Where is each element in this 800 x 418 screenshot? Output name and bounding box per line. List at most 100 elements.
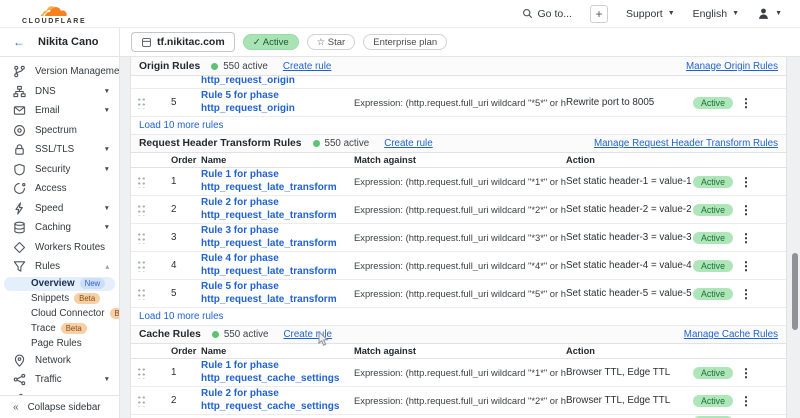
rule-name-line1: Rule 5 for phase: [201, 281, 354, 294]
rule-expression: Expression: (http.request.full_uri wildc…: [354, 288, 566, 299]
sidebar-item-network[interactable]: Network: [0, 350, 119, 370]
sidebar-item-label: Traffic: [35, 374, 95, 385]
drag-handle[interactable]: [137, 287, 146, 300]
rule-name-line1: Rule 1 for phase: [201, 360, 354, 373]
rule-action: Browser TTL, Edge TTL: [566, 367, 694, 378]
traffic-icon: [13, 373, 26, 386]
rule-status-badge: Active: [694, 204, 732, 216]
sidebar-item-dns[interactable]: DNS▼: [0, 82, 119, 102]
rule-name-line2: http_request_origin: [201, 103, 354, 116]
account-menu[interactable]: ▼: [757, 7, 782, 20]
sidebar-item-traffic[interactable]: Traffic▼: [0, 370, 119, 390]
load-more-rules-link[interactable]: Load 10 more rules: [139, 120, 223, 131]
zone-header-bar: ← Nikita Cano tf.nikitac.com ✓ Active ☆ …: [0, 28, 800, 57]
sidebar-item-email[interactable]: Email▼: [0, 101, 119, 121]
rule-name-link[interactable]: Rule 5 for phasehttp_request_origin: [201, 90, 354, 115]
drag-handle[interactable]: [137, 175, 146, 188]
cloudflare-logo[interactable]: CLOUDFLARE: [22, 5, 86, 25]
row-menu-kebab-icon[interactable]: ⋮: [739, 203, 753, 217]
column-header-name: Name: [201, 155, 354, 165]
sidebar-item-snippets[interactable]: SnippetsBeta: [4, 291, 115, 306]
collapse-sidebar-button[interactable]: « Collapse sidebar: [0, 395, 119, 418]
drag-handle[interactable]: [137, 203, 146, 216]
sidebar-item-label: Workers Routes: [35, 242, 110, 253]
chevron-down-icon: ▼: [104, 224, 110, 231]
manage-rules-link[interactable]: Manage Origin Rules: [686, 61, 778, 72]
rule-name-line2: http_request_late_transform: [201, 294, 354, 307]
table-row: 2Rule 2 for phasehttp_request_late_trans…: [131, 196, 786, 224]
access-icon: [13, 182, 26, 195]
vertical-scrollbar-thumb[interactable]: [792, 253, 798, 330]
sidebar-item-caching[interactable]: Caching▼: [0, 218, 119, 238]
sidebar-item-speed[interactable]: Speed▼: [0, 199, 119, 219]
support-menu[interactable]: Support ▼: [626, 8, 675, 20]
row-menu-kebab-icon[interactable]: ⋮: [739, 394, 753, 408]
column-header-action: Action: [566, 155, 694, 165]
collapse-icon: «: [13, 402, 19, 413]
language-menu[interactable]: English ▼: [693, 8, 739, 20]
sidebar-nav: Version ManagementDNS▼Email▼ Spectrum SSL/…: [0, 57, 119, 395]
rule-name-link[interactable]: Rule 2 for phasehttp_request_cache_setti…: [201, 388, 354, 413]
rule-name-line1: Rule 4 for phase: [201, 253, 354, 266]
sidebar-item-workers-routes[interactable]: Workers Routes: [0, 238, 119, 258]
beta-badge: Beta: [110, 308, 119, 319]
section-header-origin-rules: Origin Rules550 activeCreate ruleManage …: [131, 57, 786, 76]
sidebar-item-security[interactable]: Security▼: [0, 160, 119, 180]
manage-rules-link[interactable]: Manage Cache Rules: [684, 329, 778, 340]
rule-expression: Expression: (http.request.full_uri wildc…: [354, 97, 566, 108]
rule-name-line2: http_request_late_transform: [201, 210, 354, 223]
row-menu-kebab-icon[interactable]: ⋮: [739, 96, 753, 110]
rule-action: Set static header-3 = value-3: [566, 232, 694, 243]
column-header-order: Order: [171, 346, 201, 356]
sidebar-item-page-rules[interactable]: Page Rules: [4, 336, 115, 351]
drag-handle[interactable]: [137, 96, 146, 109]
chevron-down-icon: ▼: [104, 166, 110, 173]
load-more-rules-link[interactable]: Load 10 more rules: [139, 311, 223, 322]
sidebar-item-version-management[interactable]: Version Management: [0, 62, 119, 82]
dns-icon: [13, 85, 26, 98]
rule-status-badge: Active: [694, 260, 732, 272]
section-title: Cache Rules: [139, 329, 201, 340]
account-header: ← Nikita Cano: [0, 28, 120, 56]
drag-handle[interactable]: [137, 366, 146, 379]
rule-name-link[interactable]: Rule 2 for phasehttp_request_late_transf…: [201, 197, 354, 222]
create-rule-link[interactable]: Create rule: [283, 329, 331, 340]
sidebar-item-ssl-tls[interactable]: SSL/TLS▼: [0, 140, 119, 160]
row-menu-kebab-icon[interactable]: ⋮: [739, 259, 753, 273]
sidebar-item-access[interactable]: Access: [0, 179, 119, 199]
sidebar-item-overview[interactable]: OverviewNew: [4, 277, 115, 292]
manage-rules-link[interactable]: Manage Request Header Transform Rules: [594, 138, 778, 149]
rule-name-link[interactable]: Rule 5 for phasehttp_request_late_transf…: [201, 281, 354, 306]
rules-list-card: Origin Rules550 activeCreate ruleManage …: [130, 57, 787, 418]
rule-name-link[interactable]: Rule 1 for phasehttp_request_late_transf…: [201, 169, 354, 194]
drag-handle[interactable]: [137, 231, 146, 244]
sidebar-item-spectrum[interactable]: Spectrum: [0, 121, 119, 141]
filter-icon: [13, 260, 26, 273]
rule-name-link[interactable]: http_request_origin: [201, 76, 786, 87]
sidebar-item-label: SSL/TLS: [35, 144, 95, 155]
branch-icon: [13, 65, 26, 78]
star-button[interactable]: ☆ Star: [307, 34, 356, 50]
drag-handle[interactable]: [137, 394, 146, 407]
sidebar-item-label: Spectrum: [35, 125, 110, 136]
drag-handle[interactable]: [137, 259, 146, 272]
create-rule-link[interactable]: Create rule: [384, 138, 432, 149]
global-search[interactable]: Go to...: [522, 8, 572, 20]
sidebar-item-rules[interactable]: Rules▼: [0, 257, 119, 277]
back-arrow-icon[interactable]: ←: [13, 35, 25, 49]
zone-row: tf.nikitac.com ✓ Active ☆ Star Enterpris…: [120, 32, 447, 52]
add-button[interactable]: +: [590, 5, 608, 23]
row-menu-kebab-icon[interactable]: ⋮: [739, 366, 753, 380]
row-menu-kebab-icon[interactable]: ⋮: [739, 175, 753, 189]
rule-name-link[interactable]: Rule 4 for phasehttp_request_late_transf…: [201, 253, 354, 278]
zone-selector[interactable]: tf.nikitac.com: [131, 32, 235, 52]
row-menu-kebab-icon[interactable]: ⋮: [739, 231, 753, 245]
sidebar-item-trace[interactable]: TraceBeta: [4, 321, 115, 336]
cloudflare-logo-text: CLOUDFLARE: [22, 18, 86, 25]
create-rule-link[interactable]: Create rule: [283, 61, 331, 72]
rule-name-link[interactable]: Rule 1 for phasehttp_request_cache_setti…: [201, 360, 354, 385]
table-column-headers: OrderNameMatch againstAction: [131, 344, 786, 359]
rule-name-link[interactable]: Rule 3 for phasehttp_request_late_transf…: [201, 225, 354, 250]
row-menu-kebab-icon[interactable]: ⋮: [739, 287, 753, 301]
sidebar-item-cloud-connector[interactable]: Cloud ConnectorBeta: [4, 306, 115, 321]
